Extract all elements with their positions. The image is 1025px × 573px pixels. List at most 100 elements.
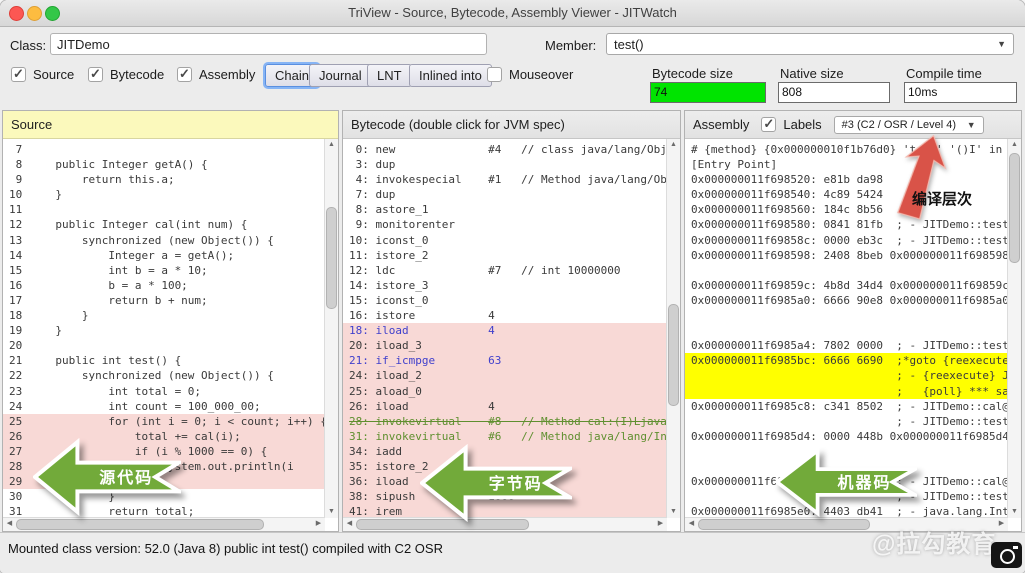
status-text: Mounted class version: 52.0 (Java 8) pub… bbox=[8, 541, 443, 556]
scroll-right-icon[interactable]: ▶ bbox=[995, 518, 1008, 530]
scroll-right-icon[interactable]: ▶ bbox=[312, 518, 325, 530]
compile-time-label: Compile time bbox=[906, 66, 982, 81]
scrollbar-thumb[interactable] bbox=[668, 304, 679, 406]
code-line: 15: iconst_0 bbox=[343, 293, 667, 308]
code-line: 18 } bbox=[3, 308, 325, 323]
code-line: [Entry Point] bbox=[685, 157, 1008, 172]
watermark-text: @拉勾教育 bbox=[872, 524, 996, 559]
code-line: ; {poll} *** safepoint bbox=[685, 384, 1008, 399]
bytecode-size-value: 74 bbox=[650, 82, 766, 103]
journal-button[interactable]: Journal bbox=[309, 64, 372, 87]
code-line: 19 } bbox=[3, 323, 325, 338]
source-checkbox-group[interactable]: Source bbox=[11, 67, 74, 82]
jitwatch-triview-window: TriView - Source, Bytecode, Assembly Vie… bbox=[0, 0, 1025, 573]
member-label: Member: bbox=[545, 38, 596, 53]
scroll-right-icon[interactable]: ▶ bbox=[654, 518, 667, 530]
code-line: 9 return this.a; bbox=[3, 172, 325, 187]
source-vertical-scrollbar[interactable]: ▲ ▼ bbox=[324, 139, 338, 518]
code-line bbox=[685, 323, 1008, 338]
code-line: 24 int count = 100_000_00; bbox=[3, 399, 325, 414]
source-checkbox[interactable] bbox=[11, 67, 26, 82]
source-panel-header: Source bbox=[3, 111, 338, 139]
code-line: 0x000000011f6985bc: 6666 6690 ;*goto {re… bbox=[685, 353, 1008, 368]
scroll-down-icon[interactable]: ▼ bbox=[325, 506, 338, 518]
chevron-down-icon: ▼ bbox=[997, 39, 1006, 49]
scrollbar-thumb[interactable] bbox=[1009, 153, 1020, 263]
class-input[interactable] bbox=[50, 33, 487, 55]
code-line: 0x000000011f6985c8: c341 8502 ; - JITDem… bbox=[685, 399, 1008, 414]
native-size-value: 808 bbox=[778, 82, 890, 103]
bytecode-checkbox-label: Bytecode bbox=[110, 67, 164, 82]
bytecode-vertical-scrollbar[interactable]: ▲ ▼ bbox=[666, 139, 680, 518]
class-label: Class: bbox=[10, 38, 46, 53]
code-line: 20 bbox=[3, 338, 325, 353]
member-select[interactable]: test() ▼ bbox=[606, 33, 1014, 55]
code-line: 23 int total = 0; bbox=[3, 384, 325, 399]
member-select-value: test() bbox=[614, 37, 644, 52]
code-line bbox=[685, 308, 1008, 323]
code-line: 25: aload_0 bbox=[343, 384, 667, 399]
assembly-checkbox-label: Assembly bbox=[199, 67, 255, 82]
assembly-panel-header: Assembly Labels #3 (C2 / OSR / Level 4) … bbox=[685, 111, 1021, 139]
source-horizontal-scrollbar[interactable]: ◀ ▶ bbox=[3, 517, 325, 531]
code-line: 12: ldc #7 // int 10000000 bbox=[343, 263, 667, 278]
scroll-up-icon[interactable]: ▲ bbox=[325, 139, 338, 151]
scroll-up-icon[interactable]: ▲ bbox=[1008, 139, 1021, 151]
assembly-checkbox[interactable] bbox=[177, 67, 192, 82]
code-line: 18: iload 4 bbox=[343, 323, 667, 338]
code-line bbox=[685, 263, 1008, 278]
bytecode-checkbox-group[interactable]: Bytecode bbox=[88, 67, 164, 82]
bytecode-checkbox[interactable] bbox=[88, 67, 103, 82]
scroll-up-icon[interactable]: ▲ bbox=[667, 139, 680, 151]
code-line: 24: iload_2 bbox=[343, 368, 667, 383]
code-line: 0: new #4 // class java/lang/Object bbox=[343, 142, 667, 157]
source-panel-title: Source bbox=[11, 117, 52, 132]
scrollbar-thumb[interactable] bbox=[698, 519, 870, 530]
code-line: 14: istore_3 bbox=[343, 278, 667, 293]
code-line: 13 synchronized (new Object()) { bbox=[3, 233, 325, 248]
code-line: 0x000000011f69858c: 0000 eb3c ; - JITDem… bbox=[685, 233, 1008, 248]
assembly-checkbox-group[interactable]: Assembly bbox=[177, 67, 255, 82]
camera-icon[interactable] bbox=[991, 542, 1022, 568]
camera-nub bbox=[1013, 546, 1018, 549]
compilation-select[interactable]: #3 (C2 / OSR / Level 4) ▼ bbox=[834, 116, 984, 134]
code-line: 0x000000011f698580: 0841 81fb ; - JITDem… bbox=[685, 217, 1008, 232]
inlined-into-button[interactable]: Inlined into bbox=[409, 64, 492, 87]
title-bar: TriView - Source, Bytecode, Assembly Vie… bbox=[0, 0, 1025, 27]
scrollbar-thumb[interactable] bbox=[16, 519, 264, 530]
scrollbar-thumb[interactable] bbox=[326, 207, 337, 309]
scroll-left-icon[interactable]: ◀ bbox=[343, 518, 356, 530]
code-line: 10 } bbox=[3, 187, 325, 202]
labels-checkbox[interactable] bbox=[761, 117, 776, 132]
labels-checkbox-group[interactable]: Labels bbox=[761, 117, 821, 132]
scroll-left-icon[interactable]: ◀ bbox=[685, 518, 698, 530]
code-line: 0x000000011f6985a0: 6666 90e8 0x00000001… bbox=[685, 293, 1008, 308]
compilation-select-value: #3 (C2 / OSR / Level 4) bbox=[842, 119, 956, 131]
bytecode-annotation-text: 字节码 bbox=[469, 470, 563, 494]
mouseover-checkbox-group[interactable]: Mouseover bbox=[487, 67, 573, 82]
bytecode-panel-title: Bytecode (double click for JVM spec) bbox=[351, 117, 565, 132]
code-line: 10: iconst_0 bbox=[343, 233, 667, 248]
code-line: ; - JITDemo::test@28 (line 26) bbox=[685, 414, 1008, 429]
lnt-button[interactable]: LNT bbox=[367, 64, 412, 87]
code-line: 0x000000011f6985d4: 0000 448b 0x00000001… bbox=[685, 429, 1008, 444]
code-line: 25 for (int i = 0; i < count; i++) { bbox=[3, 414, 325, 429]
code-line: 14 Integer a = getA(); bbox=[3, 248, 325, 263]
mouseover-checkbox[interactable] bbox=[487, 67, 502, 82]
mouseover-checkbox-label: Mouseover bbox=[509, 67, 573, 82]
scroll-down-icon[interactable]: ▼ bbox=[1008, 506, 1021, 518]
scroll-down-icon[interactable]: ▼ bbox=[667, 506, 680, 518]
code-line: 4: invokespecial #1 // Method java/lang/… bbox=[343, 172, 667, 187]
code-line: 22 synchronized (new Object()) { bbox=[3, 368, 325, 383]
code-line: 21 public int test() { bbox=[3, 353, 325, 368]
scroll-left-icon[interactable]: ◀ bbox=[3, 518, 16, 530]
assembly-vertical-scrollbar[interactable]: ▲ ▼ bbox=[1007, 139, 1021, 518]
source-checkbox-label: Source bbox=[33, 67, 74, 82]
assembly-annotation-arrow: 机器码 bbox=[775, 447, 917, 517]
bytecode-panel-header: Bytecode (double click for JVM spec) bbox=[343, 111, 680, 139]
code-line: 12 public Integer cal(int num) { bbox=[3, 217, 325, 232]
code-line: 0x000000011f6985a4: 7802 0000 ; - JITDem… bbox=[685, 338, 1008, 353]
compilation-annotation-text: 编译层次 bbox=[912, 188, 972, 209]
source-annotation-arrow: 源代码 bbox=[33, 438, 181, 516]
window-title: TriView - Source, Bytecode, Assembly Vie… bbox=[0, 0, 1025, 26]
